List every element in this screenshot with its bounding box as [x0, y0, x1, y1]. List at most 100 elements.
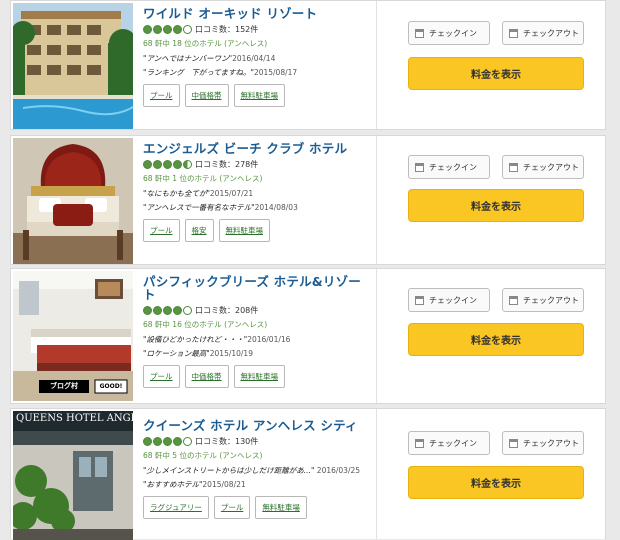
- amenity-tags: ラグジュアリー プール 無料駐車場: [143, 496, 371, 519]
- review-date: 2015/08/17: [253, 68, 298, 77]
- hotel-info: エンジェルズ ビーチ クラブ ホテル 口コミ数：278件 68 軒中 1 位のホ…: [143, 136, 371, 242]
- amenity-tag[interactable]: プール: [143, 365, 180, 388]
- rating-bubbles: [143, 305, 192, 315]
- rating-bubble-empty-icon: [183, 436, 192, 446]
- amenity-tag[interactable]: ラグジュアリー: [143, 496, 209, 519]
- review-snippet[interactable]: "設備ひどかったけれど・・・"2016/01/16: [143, 334, 371, 345]
- checkout-label: チェックアウト: [523, 438, 579, 448]
- hotel-card: エンジェルズ ビーチ クラブ ホテル 口コミ数：278件 68 軒中 1 位のホ…: [10, 135, 606, 265]
- hotel-name-link[interactable]: パシフィックブリーズ ホテル&リゾート: [143, 275, 365, 301]
- checkin-label: チェックイン: [429, 295, 477, 305]
- review-date: 2015/08/21: [202, 480, 246, 489]
- amenity-tag[interactable]: プール: [143, 84, 180, 107]
- checkout-label: チェックアウト: [523, 162, 579, 172]
- review-quote: "ロケーション最高": [143, 349, 210, 358]
- date-buttons: チェックイン チェックアウト: [408, 288, 584, 312]
- hotel-rank: 68 軒中 18 位のホテル (アンヘレス): [143, 39, 268, 48]
- amenity-tag[interactable]: 無料駐車場: [255, 496, 307, 519]
- review-count-link[interactable]: 口コミ数：152件: [195, 24, 258, 35]
- review-snippet[interactable]: "おすすめホテル"2015/08/21: [143, 479, 371, 490]
- card-divider: [376, 269, 377, 403]
- amenity-tags: プール 格安 無料駐車場: [143, 219, 371, 242]
- amenity-tag[interactable]: プール: [213, 496, 251, 519]
- hotel-name-link[interactable]: エンジェルズ ビーチ クラブ ホテル: [143, 142, 371, 155]
- checkout-button[interactable]: チェックアウト: [502, 155, 584, 179]
- rating-bubble-icon: [173, 305, 182, 315]
- rating-bubble-icon: [143, 24, 152, 34]
- checkout-button[interactable]: チェックアウト: [502, 21, 584, 45]
- amenity-tag[interactable]: プール: [143, 219, 180, 242]
- show-price-button[interactable]: 料金を表示: [408, 57, 584, 90]
- amenity-tags: プール 中価格帯 無料駐車場: [143, 84, 371, 107]
- checkin-label: チェックイン: [429, 28, 477, 38]
- amenity-tags: プール 中価格帯 無料駐車場: [143, 365, 371, 388]
- hotel-name-link[interactable]: ワイルド オーキッド リゾート: [143, 7, 371, 20]
- review-date: 2016/04/14: [232, 54, 276, 63]
- hotel-sign: QUEENS HOTEL ANGE: [16, 413, 133, 424]
- amenity-tag[interactable]: 無料駐車場: [233, 365, 285, 388]
- rating-bubble-icon: [173, 436, 182, 446]
- hotel-photo[interactable]: ブログ村 GOOD!: [13, 271, 133, 401]
- amenity-tag[interactable]: 無料駐車場: [233, 84, 285, 107]
- review-count-link[interactable]: 口コミ数：130件: [195, 436, 258, 447]
- calendar-icon: [415, 28, 424, 38]
- rating-bubble-icon: [163, 436, 172, 446]
- checkin-button[interactable]: チェックイン: [408, 431, 490, 455]
- hotel-photo[interactable]: [13, 138, 133, 264]
- review-snippet[interactable]: "少しメインストリートからは少しだけ距離があ..." 2016/03/25: [143, 465, 371, 476]
- rating-bubble-icon: [153, 159, 162, 169]
- rating-bubble-icon: [153, 24, 162, 34]
- checkin-button[interactable]: チェックイン: [408, 288, 490, 312]
- checkout-button[interactable]: チェックアウト: [502, 431, 584, 455]
- rating-bubble-icon: [153, 305, 162, 315]
- checkin-button[interactable]: チェックイン: [408, 155, 490, 179]
- hotel-info: パシフィックブリーズ ホテル&リゾート 口コミ数：208件 68 軒中 16 位…: [143, 269, 371, 388]
- review-snippet[interactable]: "ロケーション最高"2015/10/19: [143, 348, 371, 359]
- review-quote: "アンヘレスで一番有名なホテル": [143, 203, 255, 212]
- amenity-tag[interactable]: 無料駐車場: [218, 219, 270, 242]
- checkout-button[interactable]: チェックアウト: [502, 288, 584, 312]
- review-snippet[interactable]: "アンヘレスで一番有名なホテル"2014/08/03: [143, 202, 371, 213]
- calendar-icon: [509, 295, 518, 305]
- amenity-tag[interactable]: 中価格帯: [184, 365, 229, 388]
- hotel-rank: 68 軒中 16 位のホテル (アンヘレス): [143, 320, 268, 329]
- rating-bubble-icon: [143, 305, 152, 315]
- review-date: 2016/01/16: [247, 335, 291, 344]
- rating-row: 口コミ数：130件: [143, 435, 371, 447]
- hotel-card: ワイルド オーキッド リゾート 口コミ数：152件 68 軒中 18 位のホテル…: [10, 0, 606, 130]
- amenity-tag[interactable]: 格安: [184, 219, 214, 242]
- rating-bubble-icon: [163, 305, 172, 315]
- calendar-icon: [509, 162, 518, 172]
- rating-bubble-icon: [153, 436, 162, 446]
- show-price-button[interactable]: 料金を表示: [408, 466, 584, 499]
- good-badge: GOOD!: [99, 383, 123, 390]
- review-snippet[interactable]: "なにもかも全てが"2015/07/21: [143, 188, 371, 199]
- checkin-button[interactable]: チェックイン: [408, 21, 490, 45]
- review-count-link[interactable]: 口コミ数：208件: [195, 305, 258, 316]
- show-price-button[interactable]: 料金を表示: [408, 323, 584, 356]
- show-price-button[interactable]: 料金を表示: [408, 189, 584, 222]
- calendar-icon: [415, 162, 424, 172]
- review-count-link[interactable]: 口コミ数：278件: [195, 159, 258, 170]
- calendar-icon: [509, 438, 518, 448]
- blog-badge: ブログ村: [50, 382, 78, 390]
- hotel-info: ワイルド オーキッド リゾート 口コミ数：152件 68 軒中 18 位のホテル…: [143, 1, 371, 107]
- date-buttons: チェックイン チェックアウト: [408, 155, 584, 179]
- amenity-tag[interactable]: 中価格帯: [184, 84, 229, 107]
- rating-bubble-empty-icon: [183, 24, 192, 34]
- review-date: 2015/10/19: [209, 349, 253, 358]
- review-snippet[interactable]: "ランキング 下がってますね。"2015/08/17: [143, 67, 371, 78]
- checkin-label: チェックイン: [429, 438, 477, 448]
- date-buttons: チェックイン チェックアウト: [408, 431, 584, 455]
- hotel-rank: 68 軒中 5 位のホテル (アンヘレス): [143, 451, 263, 460]
- review-snippet[interactable]: "アンヘではナンバーワン"2016/04/14: [143, 53, 371, 64]
- hotel-card: ブログ村 GOOD! パシフィックブリーズ ホテル&リゾート 口コミ数：208件…: [10, 268, 606, 404]
- rating-row: 口コミ数：278件: [143, 158, 371, 170]
- hotel-name-link[interactable]: クイーンズ ホテル アンヘレス シティ: [143, 419, 371, 432]
- hotel-photo[interactable]: [13, 3, 133, 129]
- hotel-photo[interactable]: QUEENS HOTEL ANGE: [13, 411, 133, 540]
- rating-bubble-empty-icon: [183, 305, 192, 315]
- review-quote: "なにもかも全てが": [143, 189, 210, 198]
- review-date: 2016/03/25: [316, 466, 361, 475]
- hotel-info: クイーンズ ホテル アンヘレス シティ 口コミ数：130件 68 軒中 5 位の…: [143, 409, 371, 519]
